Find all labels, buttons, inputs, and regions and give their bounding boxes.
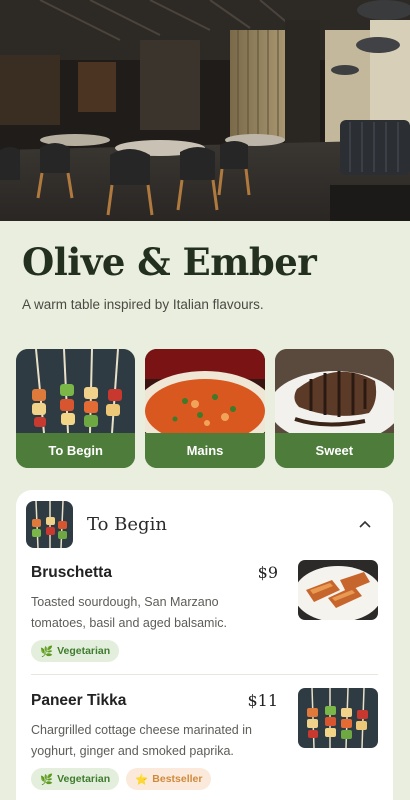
chevron-up-icon[interactable] bbox=[355, 514, 375, 534]
item-description-line: Toasted sourdough, San Marzano bbox=[31, 595, 219, 609]
tag-label: Vegetarian bbox=[57, 645, 111, 657]
leaf-icon: 🌿 bbox=[40, 773, 54, 786]
restaurant-tagline: A warm table inspired by Italian flavour… bbox=[22, 297, 264, 312]
skewers-photo bbox=[16, 349, 136, 433]
hero-image bbox=[0, 0, 410, 221]
category-label: Sweet bbox=[274, 433, 394, 468]
curry-photo bbox=[145, 349, 265, 433]
tag-bestseller: ⭐ Bestseller bbox=[126, 768, 212, 790]
item-photo[interactable] bbox=[298, 560, 378, 620]
item-name: Paneer Tikka bbox=[31, 692, 127, 709]
category-label: To Begin bbox=[16, 433, 136, 468]
item-description-line: Chargrilled cottage cheese marinated in bbox=[31, 723, 252, 737]
item-description: Chargrilled cottage cheese marinated in … bbox=[31, 720, 261, 762]
item-description-line: tomatoes, basil and aged balsamic. bbox=[31, 616, 227, 630]
tag-vegetarian: 🌿 Vegetarian bbox=[31, 640, 120, 662]
section-header-to-begin[interactable]: To Begin bbox=[26, 500, 383, 548]
dessert-photo bbox=[274, 349, 394, 433]
menu-section-panel: To Begin Bruschetta $9 Toasted sourdough… bbox=[16, 490, 393, 800]
item-divider bbox=[31, 674, 378, 675]
category-card-mains[interactable]: Mains bbox=[145, 349, 265, 468]
tag-label: Bestseller bbox=[152, 773, 203, 785]
item-tags: 🌿 Vegetarian bbox=[31, 640, 120, 662]
tag-vegetarian: 🌿 Vegetarian bbox=[31, 768, 120, 790]
item-name: Bruschetta bbox=[31, 564, 112, 581]
section-title: To Begin bbox=[87, 513, 167, 535]
category-card-to-begin[interactable]: To Begin bbox=[16, 349, 136, 468]
category-list: To Begin Mains Sweet bbox=[16, 349, 394, 469]
section-thumbnail bbox=[26, 500, 73, 548]
leaf-icon: 🌿 bbox=[40, 645, 54, 658]
category-card-sweet[interactable]: Sweet bbox=[274, 349, 394, 468]
item-price: $11 bbox=[247, 691, 278, 710]
restaurant-name: Olive & Ember bbox=[22, 240, 317, 284]
item-description-line: yoghurt, ginger and smoked paprika. bbox=[31, 744, 234, 758]
category-label: Mains bbox=[145, 433, 265, 468]
item-photo[interactable] bbox=[298, 688, 378, 748]
star-icon: ⭐ bbox=[135, 773, 149, 786]
tag-label: Vegetarian bbox=[57, 773, 111, 785]
item-description: Toasted sourdough, San Marzano tomatoes,… bbox=[31, 592, 261, 634]
item-tags: 🌿 Vegetarian ⭐ Bestseller bbox=[31, 768, 212, 790]
item-price: $9 bbox=[257, 563, 278, 582]
